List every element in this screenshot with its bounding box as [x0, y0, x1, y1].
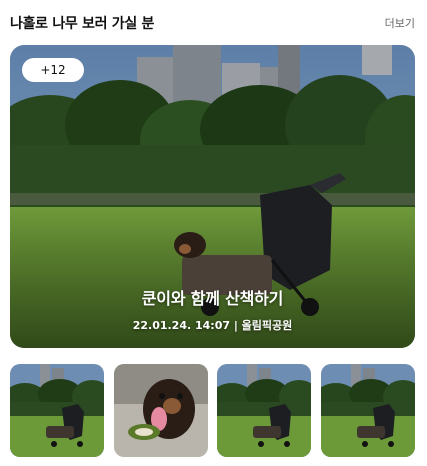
hero-post-card[interactable]: +12 쿤이와 함께 산책하기 22.01.24. 14:07 | 올림픽공원 — [10, 45, 415, 348]
thumbnail-3[interactable] — [217, 364, 312, 457]
section-title: 나홀로 나무 보러 가실 분 — [10, 16, 155, 32]
park-dog-stroller-photo — [320, 364, 415, 457]
park-dog-stroller-photo — [217, 364, 312, 457]
more-link[interactable]: 더보기 — [385, 15, 415, 31]
post-title: 쿤이와 함께 산책하기 — [141, 289, 284, 308]
section-header: 나홀로 나무 보러 가실 분 더보기 — [10, 13, 415, 33]
post-meta: 22.01.24. 14:07 | 올림픽공원 — [132, 319, 293, 332]
photo-count-badge: +12 — [22, 58, 84, 82]
thumbnail-strip — [10, 364, 415, 457]
dog-with-toy-photo — [113, 364, 208, 457]
park-dog-stroller-photo — [10, 364, 104, 457]
thumbnail-2[interactable] — [113, 364, 208, 457]
thumbnail-4[interactable] — [320, 364, 415, 457]
thumbnail-1[interactable] — [10, 364, 104, 457]
